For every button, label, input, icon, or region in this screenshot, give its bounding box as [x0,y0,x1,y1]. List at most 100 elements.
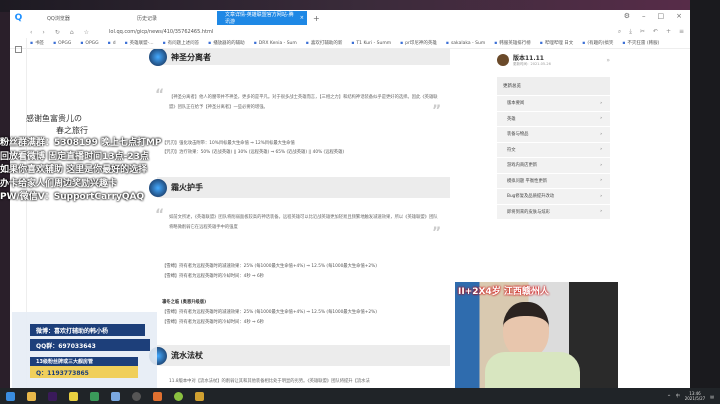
file-explorer-icon[interactable] [27,391,36,401]
section-title: 神圣分离者 [171,52,211,62]
bookmark[interactable]: sakalaka - Sum [446,41,485,46]
stat-line: 【咒刃】强化攻击附带：10%目标最大生命值 ⇒ 12%目标最大生命值 [162,141,295,146]
nav-label: 模拟问题 平衡性更新 [507,178,548,184]
double-chevron-icon[interactable]: » [606,57,610,64]
bookmark[interactable]: (有趣的)搞笑 [582,40,613,46]
app-icon[interactable] [174,391,183,401]
home-icon[interactable]: ⌂ [70,29,74,36]
quote-text: 11.8版本中对【流水法杖】的削弱让其和其他装备相比处于明显的劣势。《英雄联盟》… [169,379,370,384]
version-header: 版本11.11 更新时间：2021-05-26 » [497,49,610,71]
start-icon[interactable] [6,391,15,401]
update-nav-item[interactable]: 即将到来的皮肤与炫彩 › [497,203,610,219]
contact-card: 微博：喜欢打辅助的韩小杨 QQ群：697033643 13级粉丝牌或三大舰房管 … [12,312,157,388]
stat-line: 【雪缚】持有者为远程英雄时的减速效果：25% (每1000最大生命值+4%) ⇒… [162,264,377,269]
notification-icon[interactable]: ▤ [710,394,714,399]
streamer-face [503,302,549,358]
bookmark[interactable]: OPGG [53,41,71,46]
star-icon[interactable]: ☆ [84,29,89,36]
chevron-right-icon: › [600,178,602,184]
chevron-up-icon[interactable]: ^ [667,394,670,399]
url-input[interactable]: lol.qq.com/gicp/news/410/35762465.html [109,29,213,35]
section-title: 流水法杖 [171,351,203,360]
update-sidebar: 版本11.11 更新时间：2021-05-26 » 更新总览 版本要闻 › 英雄 › 装… [497,49,610,219]
reload-icon[interactable]: ↻ [55,29,60,36]
close-window-button[interactable]: × [676,12,682,20]
app-icon[interactable] [69,391,78,401]
browser-taskbar-icon[interactable] [111,391,120,401]
update-nav-item[interactable]: 英雄 › [497,110,610,126]
chevron-right-icon: › [600,100,602,106]
app-icon[interactable] [195,391,204,401]
bookmark[interactable]: 韩服英雄排行榜 [494,40,531,46]
update-nav-item[interactable]: 版本要闻 › [497,95,610,111]
tab-bar: Q QQ浏览器 历史记录 文章详情-英雄联盟官方网站-腾讯游 × + ⚙ – □ × [10,10,690,26]
undo-icon[interactable]: ↶ [653,28,658,36]
add-icon[interactable]: + [666,28,671,36]
settings-icon[interactable]: ⚙ [624,12,630,20]
bookmark[interactable]: 哔哩哔哩 日文 [540,40,573,46]
update-nav-item[interactable]: 装备与物品 › [497,126,610,142]
bookmark[interactable]: 英雄联盟-... [125,40,154,46]
app-icon[interactable] [153,391,162,401]
bookmark[interactable]: pr印尼神的英雄 [400,40,437,46]
quote-text: 【神圣分离者】他人的腰带并不神圣，更多的是平凡。对于很多战士英雄而言，【三相之力… [169,95,438,110]
update-nav-item[interactable]: 游戏内商店更新 › [497,157,610,173]
obs-icon[interactable] [132,391,141,401]
bookmark[interactable]: 播放器的的辅助 [208,40,245,46]
overlay-line: 回放看微博 固定直播时间13点-23点 [0,151,149,162]
system-tray: ^ 中 13:46 2021/5/27 ▤ [667,391,720,401]
bookmark[interactable]: 不灭狂雷 (韩服) [622,40,659,46]
new-tab-button[interactable]: + [313,14,320,23]
bookmarks-bar: 书签 OPGG OPGG d 英雄联盟-... 有问题上述问答 播放器的的辅助 DRX Ken… [10,38,690,49]
download-icon[interactable]: ⤓ [629,28,632,36]
update-nav-item[interactable]: 符文 › [497,141,610,157]
stream-overlay-text: 感谢鱼富贵儿の 春之旅行 粉丝群满群：5308199 晚上七点打MP 回放看微博… [0,113,175,205]
date: 2021/5/27 [684,396,706,401]
sidebar-icon[interactable] [14,46,22,53]
weibo-label: 微博：喜欢打辅助的韩小杨 [30,324,145,336]
bookmark[interactable]: 喜欢打辅助的新 [306,40,343,46]
chevron-right-icon: › [600,131,602,137]
bookmark[interactable]: 有问题上述问答 [163,40,200,46]
quote-open-icon: “ [155,207,165,223]
forward-icon[interactable]: › [42,29,44,36]
cut-icon[interactable]: ✂ [640,28,645,36]
back-icon[interactable]: ‹ [30,29,32,36]
tab-history[interactable]: 历史记录 [117,11,207,25]
bookmark[interactable]: T1 Kuri - Summ [351,41,391,46]
bookmark[interactable]: OPGG [80,41,98,46]
stat-line: 【雪缚】持有者为远程英雄时的减速效果：25% (每1000最大生命值+4%) ⇒… [162,310,377,315]
nav-label: 英雄 [507,116,516,122]
webcam-caption: II+2X4岁 江西赣州人 [458,287,549,297]
premiere-icon[interactable] [48,391,57,401]
menu-icon[interactable]: ≡ [679,28,684,36]
bookmark[interactable]: d [108,41,116,46]
chevron-right-icon: › [600,147,602,153]
minimize-button[interactable]: – [642,12,646,20]
overlay-line: 粉丝群满群：5308199 晚上七点打MP [0,138,162,148]
bookmark[interactable]: 书签 [30,40,44,46]
nav-label: Bug修复及品质提升改动 [507,194,555,200]
bookmark[interactable]: DRX Kenia - Sum [254,41,297,46]
quote-open-icon: “ [155,87,165,103]
quote-close-icon: ” [432,225,442,241]
taskbar: ^ 中 13:46 2021/5/27 ▤ [0,388,720,404]
ime-indicator[interactable]: 中 [676,393,680,399]
update-nav-item[interactable]: 模拟问题 平衡性更新 › [497,172,610,188]
tab-label: 文章详情-英雄联盟官方网站-腾讯游 [225,12,294,25]
maximize-button[interactable]: □ [658,12,665,20]
address-bar: ‹ › ↻ ⌂ ☆ lol.qq.com/gicp/news/410/35762465.… [10,26,690,38]
tab-qq-browser[interactable]: QQ浏览器 [27,11,117,25]
thanks-line: 感谢鱼富贵儿の [26,114,82,123]
desktop-edge [690,0,720,388]
chevron-right-icon: › [600,193,602,199]
stat-line: 【雪缚】持有者为远程英雄时的冷却时间：4秒 ⇒ 6秒 [162,320,265,325]
app-icon[interactable] [90,391,99,401]
close-icon[interactable]: × [300,15,304,21]
update-nav-item[interactable]: Bug修复及品质提升改动 › [497,188,610,204]
clock[interactable]: 13:46 2021/5/27 [685,391,706,401]
browser-logo-icon: Q [14,13,23,23]
tab-article[interactable]: 文章详情-英雄联盟官方网站-腾讯游 × [217,11,307,25]
nav-label: 即将到来的皮肤与炫彩 [507,209,550,215]
search-icon[interactable]: ⌕ [618,28,621,36]
